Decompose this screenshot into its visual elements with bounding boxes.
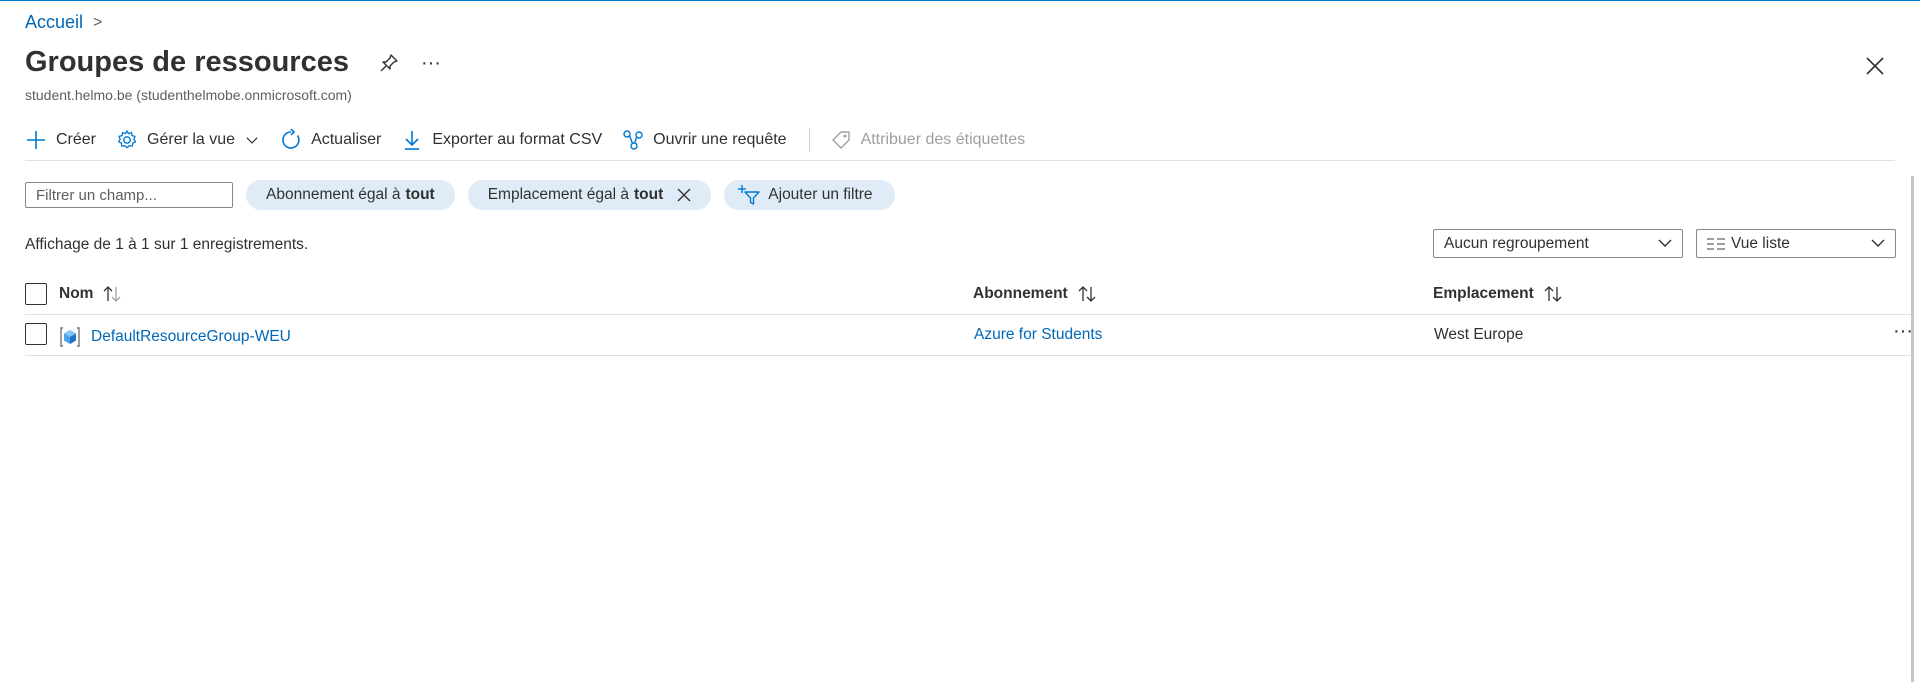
sort-icon[interactable] xyxy=(101,285,123,303)
chevron-down-icon xyxy=(1658,239,1672,247)
page-subtitle: student.helmo.be (studenthelmobe.onmicro… xyxy=(25,87,352,103)
add-filter-label: Ajouter un filtre xyxy=(768,186,873,203)
query-icon xyxy=(623,130,643,150)
column-name-label: Nom xyxy=(59,285,94,302)
breadcrumb: Accueil > xyxy=(25,12,102,33)
breadcrumb-separator: > xyxy=(93,13,103,31)
open-query-label: Ouvrir une requête xyxy=(653,131,787,148)
column-location-label: Emplacement xyxy=(1433,285,1534,302)
resource-groups-page: Accueil > Groupes de ressources ··· stud… xyxy=(0,0,1920,682)
assign-tags-label: Attribuer des étiquettes xyxy=(860,131,1026,148)
sort-icon[interactable] xyxy=(1076,285,1098,303)
row-checkbox[interactable] xyxy=(25,323,47,345)
manage-view-button[interactable]: Gérer la vue xyxy=(116,129,260,151)
page-title: Groupes de ressources xyxy=(25,46,349,78)
export-csv-label: Exporter au format CSV xyxy=(432,131,603,148)
header-divider xyxy=(25,314,1915,315)
column-subscription-label: Abonnement xyxy=(973,285,1068,302)
remove-filter-icon[interactable] xyxy=(677,188,691,202)
chevron-down-icon xyxy=(246,137,258,144)
subscription-filter-value: tout xyxy=(405,186,435,203)
filter-bar: Abonnement égal à tout Emplacement égal … xyxy=(25,180,895,210)
toolbar-divider-line xyxy=(25,160,1895,161)
toolbar-divider xyxy=(808,128,810,152)
list-view-icon xyxy=(1707,237,1725,250)
subscription-link[interactable]: Azure for Students xyxy=(974,326,1102,344)
pin-icon[interactable] xyxy=(379,53,399,73)
row-name-cell: DefaultResourceGroup-WEU xyxy=(59,326,291,348)
plus-icon xyxy=(27,131,45,149)
grouping-dropdown[interactable]: Aucun regroupement xyxy=(1433,229,1683,258)
tag-icon xyxy=(831,131,850,149)
location-filter-value: tout xyxy=(634,186,664,203)
row-divider xyxy=(25,355,1915,356)
resource-group-link[interactable]: DefaultResourceGroup-WEU xyxy=(91,328,291,346)
create-button[interactable]: Créer xyxy=(25,129,96,151)
chevron-down-icon xyxy=(1871,239,1885,247)
breadcrumb-home-link[interactable]: Accueil xyxy=(25,12,83,33)
record-count-text: Affichage de 1 à 1 sur 1 enregistrements… xyxy=(25,236,309,253)
filter-search-input[interactable] xyxy=(25,182,233,208)
refresh-icon xyxy=(282,129,300,149)
command-bar: Créer Gérer la vue Actualiser Exporter a… xyxy=(25,126,1045,154)
view-selected-value: Vue liste xyxy=(1731,234,1790,252)
export-csv-button[interactable]: Exporter au format CSV xyxy=(401,129,602,151)
column-header-subscription[interactable]: Abonnement xyxy=(973,282,1098,306)
select-all-cell xyxy=(25,282,47,306)
row-select-cell xyxy=(25,323,47,345)
create-label: Créer xyxy=(56,131,97,148)
sort-icon[interactable] xyxy=(1542,285,1564,303)
scrollbar[interactable] xyxy=(1911,176,1914,682)
refresh-label: Actualiser xyxy=(311,131,382,148)
filter-add-icon xyxy=(738,185,760,205)
table-header: Nom Abonnement Emplacement xyxy=(25,282,1895,314)
add-filter-button[interactable]: Ajouter un filtre xyxy=(724,180,895,210)
column-header-location[interactable]: Emplacement xyxy=(1433,282,1564,306)
grouping-selected-value: Aucun regroupement xyxy=(1444,234,1589,252)
title-row: Groupes de ressources ··· xyxy=(25,46,441,79)
manage-view-label: Gérer la vue xyxy=(147,131,236,148)
location-value: West Europe xyxy=(1434,326,1524,343)
location-filter-label: Emplacement égal à xyxy=(487,186,630,203)
row-more-button[interactable]: ··· xyxy=(1893,320,1913,343)
view-dropdown[interactable]: Vue liste xyxy=(1696,229,1896,258)
subscription-filter-pill[interactable]: Abonnement égal à tout xyxy=(246,180,455,210)
subscription-filter-label: Abonnement égal à xyxy=(266,186,401,203)
resource-group-icon xyxy=(60,327,80,347)
row-subscription-cell: Azure for Students xyxy=(974,326,1102,344)
table-row[interactable]: DefaultResourceGroup-WEU Azure for Stude… xyxy=(25,320,1915,352)
location-filter-pill[interactable]: Emplacement égal à tout xyxy=(467,180,712,210)
gear-icon xyxy=(117,130,137,149)
refresh-button[interactable]: Actualiser xyxy=(280,129,381,151)
column-header-name[interactable]: Nom xyxy=(59,282,123,306)
assign-tags-button[interactable]: Attribuer des étiquettes xyxy=(830,129,1026,151)
select-all-checkbox[interactable] xyxy=(25,283,47,305)
open-query-button[interactable]: Ouvrir une requête xyxy=(622,129,787,151)
row-location-cell: West Europe xyxy=(1434,326,1523,344)
close-icon[interactable] xyxy=(1864,55,1886,77)
download-icon xyxy=(405,131,420,150)
more-actions-button[interactable]: ··· xyxy=(421,53,441,73)
